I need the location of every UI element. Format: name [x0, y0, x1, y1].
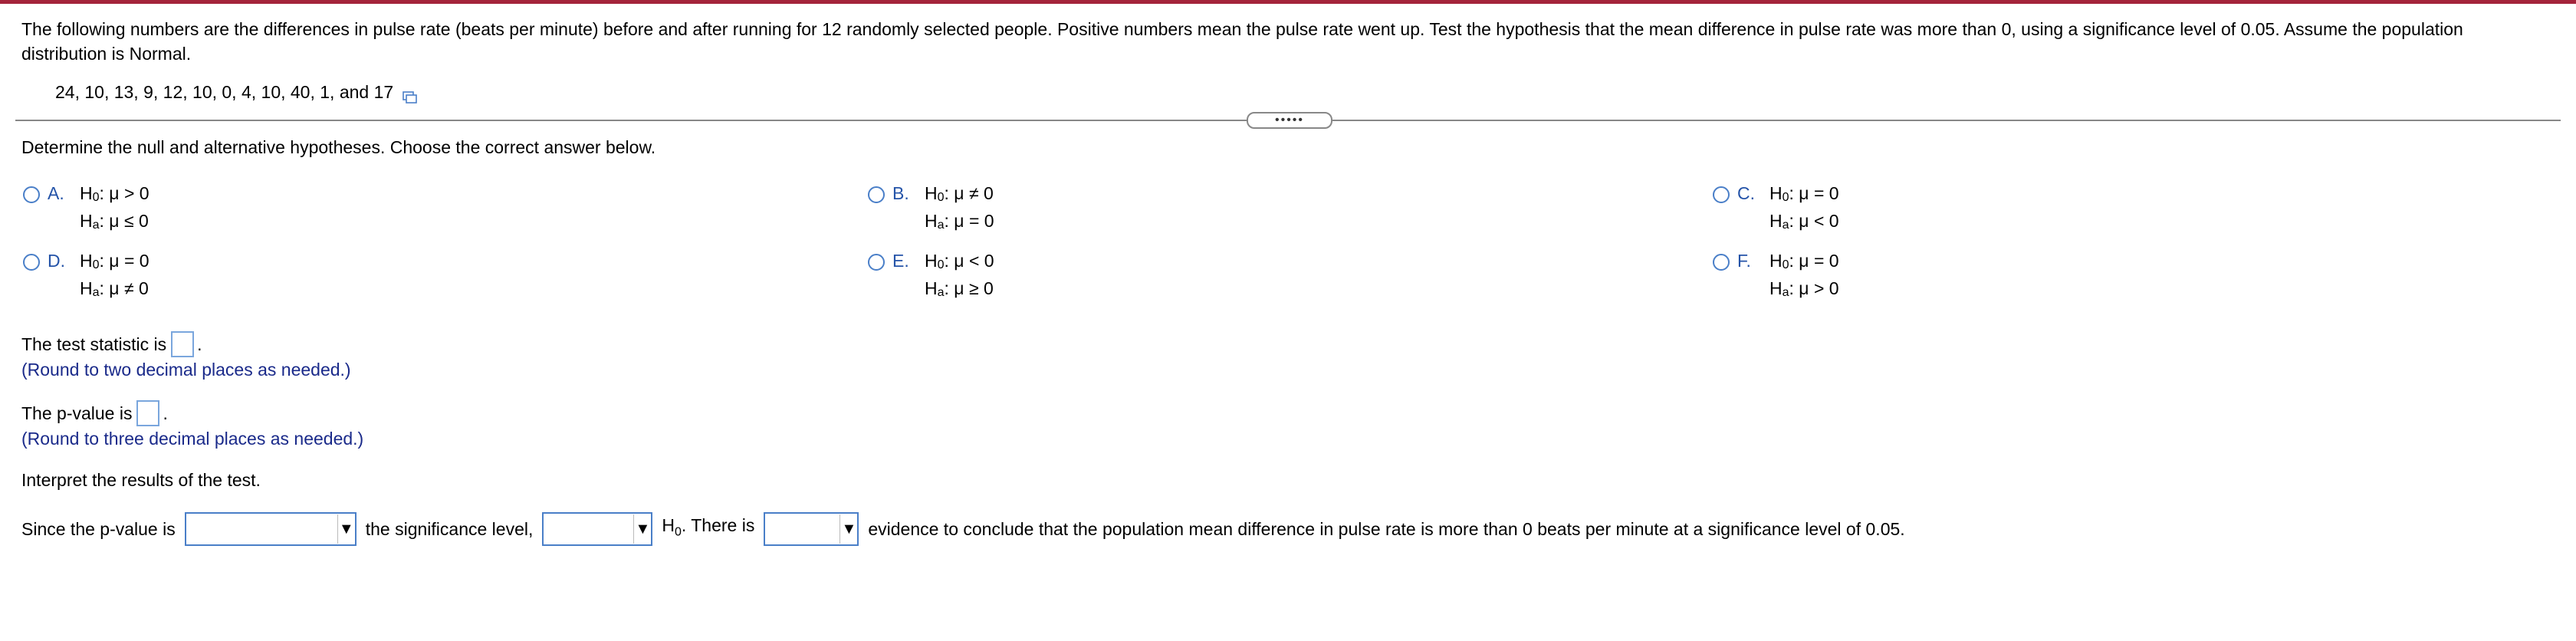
pvalue-comparison-dropdown[interactable]: ▼ — [184, 511, 356, 546]
question-text: The following numbers are the difference… — [21, 19, 2463, 64]
radio-a[interactable] — [23, 186, 40, 203]
choice-letter-b: B. — [892, 183, 909, 203]
chevron-down-icon[interactable]: ▼ — [633, 514, 651, 544]
conclusion-part4: evidence to conclude that the population… — [868, 518, 1905, 539]
choice-letter-d: D. — [48, 251, 65, 271]
top-accent-bar — [0, 0, 2576, 4]
p-value-label: The p-value is — [21, 403, 133, 423]
choice-b-ha: Ha: μ = 0 — [925, 211, 994, 232]
radio-f[interactable] — [1713, 254, 1730, 271]
copy-data-icon[interactable] — [402, 85, 418, 104]
conclusion-h0: H0. There is — [662, 515, 755, 539]
choice-b-h0: H0: μ ≠ 0 — [925, 183, 994, 204]
choice-d-h0: H0: μ = 0 — [80, 251, 150, 271]
evidence-dropdown[interactable]: ▼ — [764, 511, 859, 546]
p-value-row: The p-value is . — [21, 400, 168, 426]
chevron-down-icon[interactable]: ▼ — [337, 514, 355, 544]
choice-c-h0: H0: μ = 0 — [1769, 183, 1839, 204]
choice-letter-c: C. — [1737, 183, 1755, 203]
choice-letter-a: A. — [48, 183, 64, 203]
expand-handle[interactable]: ••••• — [1247, 112, 1332, 129]
interpret-prompt: Interpret the results of the test. — [21, 470, 261, 490]
choice-d[interactable]: D. H0: μ = 0 Ha: μ ≠ 0 — [23, 248, 150, 304]
choice-b[interactable]: B. H0: μ ≠ 0 Ha: μ = 0 — [868, 181, 994, 236]
choice-f-ha: Ha: μ > 0 — [1769, 278, 1839, 299]
choice-e-h0: H0: μ < 0 — [925, 251, 994, 271]
radio-d[interactable] — [23, 254, 40, 271]
choice-d-ha: Ha: μ ≠ 0 — [80, 278, 149, 299]
test-statistic-row: The test statistic is . — [21, 331, 202, 357]
hypotheses-prompt: Determine the null and alternative hypot… — [21, 137, 656, 157]
choice-f-h0: H0: μ = 0 — [1769, 251, 1839, 271]
decision-dropdown[interactable]: ▼ — [542, 511, 653, 546]
p-value-note: (Round to three decimal places as needed… — [21, 429, 364, 449]
choice-a[interactable]: A. H0: μ > 0 Ha: μ ≤ 0 — [23, 181, 150, 236]
p-value-input[interactable] — [136, 400, 160, 426]
choice-a-h0: H0: μ > 0 — [80, 183, 150, 204]
chevron-down-icon[interactable]: ▼ — [840, 514, 857, 544]
choice-a-ha: Ha: μ ≤ 0 — [80, 211, 149, 232]
choice-letter-f: F. — [1737, 251, 1751, 271]
test-statistic-note: (Round to two decimal places as needed.) — [21, 360, 351, 380]
choice-letter-e: E. — [892, 251, 909, 271]
choice-c-ha: Ha: μ < 0 — [1769, 211, 1839, 232]
p-value-period: . — [163, 403, 168, 423]
choice-e-ha: Ha: μ ≥ 0 — [925, 278, 994, 299]
conclusion-part1: Since the p-value is — [21, 518, 176, 539]
conclusion-row: Since the p-value is ▼ the significance … — [21, 509, 1905, 549]
data-values: 24, 10, 13, 9, 12, 10, 0, 4, 10, 40, 1, … — [55, 80, 418, 104]
data-values-text: 24, 10, 13, 9, 12, 10, 0, 4, 10, 40, 1, … — [55, 82, 394, 102]
conclusion-part2: the significance level, — [365, 518, 534, 539]
choice-e[interactable]: E. H0: μ < 0 Ha: μ ≥ 0 — [868, 248, 994, 304]
test-statistic-input[interactable] — [171, 331, 195, 357]
test-statistic-label: The test statistic is — [21, 334, 167, 354]
radio-e[interactable] — [868, 254, 885, 271]
choice-f[interactable]: F. H0: μ = 0 Ha: μ > 0 — [1713, 248, 1839, 304]
choice-c[interactable]: C. H0: μ = 0 Ha: μ < 0 — [1713, 181, 1839, 236]
radio-b[interactable] — [868, 186, 885, 203]
radio-c[interactable] — [1713, 186, 1730, 203]
test-statistic-period: . — [197, 334, 202, 354]
